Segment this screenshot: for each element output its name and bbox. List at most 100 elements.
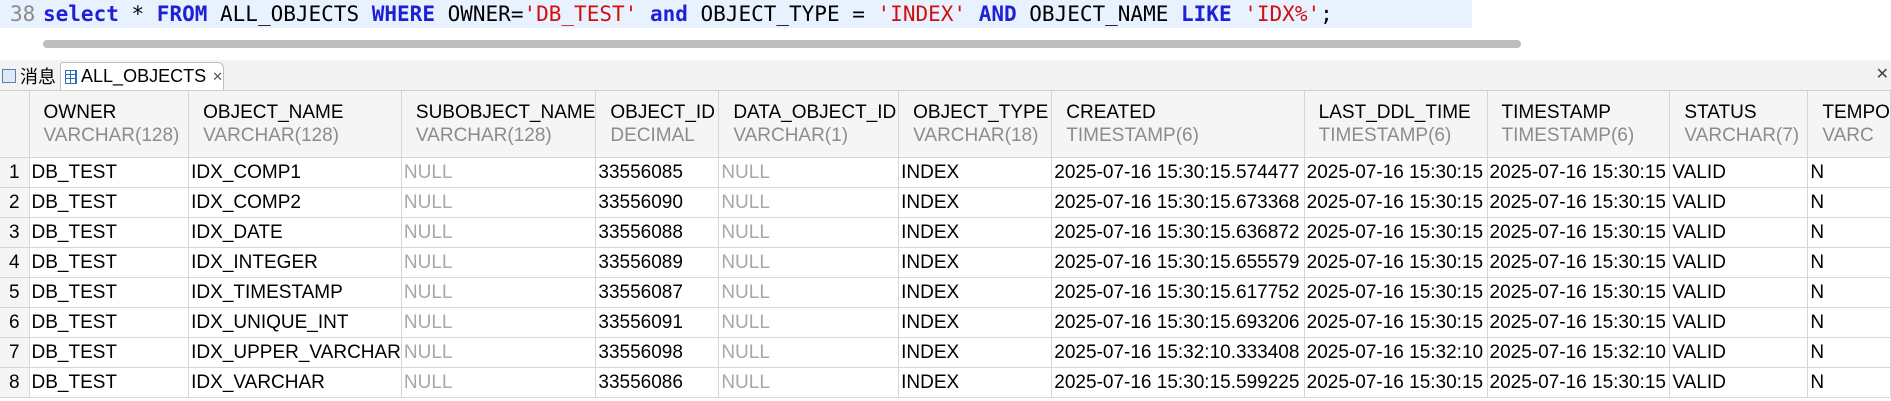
cell-data-object-id[interactable]: NULL — [718, 307, 900, 338]
cell-object-type[interactable]: INDEX — [898, 157, 1053, 188]
cell-temporary[interactable]: N — [1807, 187, 1891, 218]
cell-last-ddl-time[interactable]: 2025-07-16 15:32:10 — [1304, 337, 1488, 368]
cell-data-object-id[interactable]: NULL — [718, 277, 900, 308]
result-grid[interactable]: OWNER VARCHAR(128) OBJECT_NAME VARCHAR(128… — [0, 91, 1891, 401]
cell-object-type[interactable]: INDEX — [898, 337, 1053, 368]
cell-timestamp[interactable]: 2025-07-16 15:30:15 — [1487, 247, 1671, 278]
cell-created[interactable]: 2025-07-16 15:32:10.333408 — [1051, 337, 1305, 368]
cell-status[interactable]: VALID — [1669, 277, 1809, 308]
row-number[interactable]: 4 — [0, 247, 30, 278]
cell-subobject-name[interactable]: NULL — [401, 187, 597, 218]
cell-object-name[interactable]: IDX_TIMESTAMP — [188, 277, 402, 308]
table-row[interactable]: 3 DB_TEST IDX_DATE NULL 33556088 NULL INDEX 202… — [0, 217, 1891, 248]
row-number[interactable]: 6 — [0, 307, 30, 338]
cell-owner[interactable]: DB_TEST — [29, 217, 190, 248]
column-header-created[interactable]: CREATED TIMESTAMP(6) — [1051, 91, 1305, 158]
column-header-temporary[interactable]: TEMPO VARC — [1807, 91, 1891, 158]
cell-temporary[interactable]: N — [1807, 337, 1891, 368]
table-row[interactable]: 1 DB_TEST IDX_COMP1 NULL 33556085 NULL INDEX 20… — [0, 157, 1891, 188]
cell-owner[interactable]: DB_TEST — [29, 307, 190, 338]
cell-created[interactable]: 2025-07-16 15:30:15.655579 — [1051, 247, 1305, 278]
cell-temporary[interactable]: N — [1807, 217, 1891, 248]
cell-subobject-name[interactable]: NULL — [401, 367, 597, 398]
cell-object-id[interactable]: 33556091 — [595, 307, 720, 338]
cell-temporary[interactable]: N — [1807, 367, 1891, 398]
cell-status[interactable]: VALID — [1669, 217, 1809, 248]
cell-last-ddl-time[interactable]: 2025-07-16 15:30:15 — [1304, 217, 1488, 248]
cell-temporary[interactable]: N — [1807, 247, 1891, 278]
sql-statement[interactable]: select * FROM ALL_OBJECTS WHERE OWNER='D… — [43, 1, 1333, 27]
close-panel-icon[interactable]: ✕ — [1876, 64, 1889, 84]
cell-subobject-name[interactable]: NULL — [401, 247, 597, 278]
cell-data-object-id[interactable]: NULL — [718, 187, 900, 218]
table-row[interactable]: 8 DB_TEST IDX_VARCHAR NULL 33556086 NULL INDEX… — [0, 367, 1891, 398]
cell-object-name[interactable]: IDX_COMP1 — [188, 157, 402, 188]
cell-timestamp[interactable]: 2025-07-16 15:30:15 — [1487, 217, 1671, 248]
cell-subobject-name[interactable]: NULL — [401, 277, 597, 308]
cell-subobject-name[interactable]: NULL — [401, 337, 597, 368]
cell-object-id[interactable]: 33556089 — [595, 247, 720, 278]
cell-timestamp[interactable]: 2025-07-16 15:30:15 — [1487, 367, 1671, 398]
cell-object-type[interactable]: INDEX — [898, 367, 1053, 398]
cell-object-id[interactable]: 33556086 — [595, 367, 720, 398]
row-number[interactable]: 8 — [0, 367, 30, 398]
tab-messages[interactable]: 消息 — [0, 62, 56, 89]
cell-object-id[interactable]: 33556090 — [595, 187, 720, 218]
cell-status[interactable]: VALID — [1669, 247, 1809, 278]
cell-status[interactable]: VALID — [1669, 307, 1809, 338]
cell-last-ddl-time[interactable]: 2025-07-16 15:30:15 — [1304, 307, 1488, 338]
sql-editor[interactable]: 38 select * FROM ALL_OBJECTS WHERE OWNER… — [0, 0, 1891, 56]
cell-timestamp[interactable]: 2025-07-16 15:30:15 — [1487, 187, 1671, 218]
cell-data-object-id[interactable]: NULL — [718, 217, 900, 248]
cell-owner[interactable]: DB_TEST — [29, 367, 190, 398]
table-row[interactable]: 6 DB_TEST IDX_UNIQUE_INT NULL 33556091 NULL IN… — [0, 307, 1891, 338]
cell-created[interactable]: 2025-07-16 15:30:15.599225 — [1051, 367, 1305, 398]
tab-all-objects[interactable]: ALL_OBJECTS ✕ — [60, 62, 224, 90]
table-row[interactable]: 2 DB_TEST IDX_COMP2 NULL 33556090 NULL INDEX 20… — [0, 187, 1891, 218]
cell-object-type[interactable]: INDEX — [898, 217, 1053, 248]
row-number[interactable]: 5 — [0, 277, 30, 308]
cell-owner[interactable]: DB_TEST — [29, 187, 190, 218]
close-icon[interactable]: ✕ — [212, 69, 223, 85]
cell-last-ddl-time[interactable]: 2025-07-16 15:30:15 — [1304, 247, 1488, 278]
table-row[interactable]: 7 DB_TEST IDX_UPPER_VARCHAR NULL 33556098 NUL… — [0, 337, 1891, 368]
column-header-object-name[interactable]: OBJECT_NAME VARCHAR(128) — [188, 91, 402, 158]
column-header-last-ddl-time[interactable]: LAST_DDL_TIME TIMESTAMP(6) — [1304, 91, 1488, 158]
cell-owner[interactable]: DB_TEST — [29, 247, 190, 278]
column-header-status[interactable]: STATUS VARCHAR(7) — [1669, 91, 1809, 158]
cell-timestamp[interactable]: 2025-07-16 15:30:15 — [1487, 277, 1671, 308]
cell-last-ddl-time[interactable]: 2025-07-16 15:30:15 — [1304, 157, 1488, 188]
cell-temporary[interactable]: N — [1807, 277, 1891, 308]
cell-timestamp[interactable]: 2025-07-16 15:30:15 — [1487, 307, 1671, 338]
cell-status[interactable]: VALID — [1669, 337, 1809, 368]
cell-temporary[interactable]: N — [1807, 157, 1891, 188]
cell-subobject-name[interactable]: NULL — [401, 307, 597, 338]
cell-object-id[interactable]: 33556098 — [595, 337, 720, 368]
cell-status[interactable]: VALID — [1669, 187, 1809, 218]
table-row[interactable]: 4 DB_TEST IDX_INTEGER NULL 33556089 NULL INDEX… — [0, 247, 1891, 278]
cell-object-name[interactable]: IDX_VARCHAR — [188, 367, 402, 398]
cell-created[interactable]: 2025-07-16 15:30:15.574477 — [1051, 157, 1305, 188]
cell-data-object-id[interactable]: NULL — [718, 247, 900, 278]
cell-owner[interactable]: DB_TEST — [29, 277, 190, 308]
row-number[interactable]: 2 — [0, 187, 30, 218]
cell-last-ddl-time[interactable]: 2025-07-16 15:30:15 — [1304, 187, 1488, 218]
column-header-object-id[interactable]: OBJECT_ID DECIMAL — [595, 91, 720, 158]
cell-object-type[interactable]: INDEX — [898, 307, 1053, 338]
cell-object-name[interactable]: IDX_INTEGER — [188, 247, 402, 278]
cell-object-name[interactable]: IDX_UPPER_VARCHAR — [188, 337, 402, 368]
cell-data-object-id[interactable]: NULL — [718, 157, 900, 188]
cell-object-type[interactable]: INDEX — [898, 187, 1053, 218]
row-number[interactable]: 7 — [0, 337, 30, 368]
column-header-data-object-id[interactable]: DATA_OBJECT_ID VARCHAR(1) — [718, 91, 900, 158]
cell-object-id[interactable]: 33556087 — [595, 277, 720, 308]
cell-status[interactable]: VALID — [1669, 367, 1809, 398]
cell-object-type[interactable]: INDEX — [898, 247, 1053, 278]
editor-horizontal-scrollbar[interactable] — [43, 40, 1521, 48]
cell-timestamp[interactable]: 2025-07-16 15:30:15 — [1487, 157, 1671, 188]
cell-object-name[interactable]: IDX_DATE — [188, 217, 402, 248]
row-number[interactable]: 3 — [0, 217, 30, 248]
column-header-owner[interactable]: OWNER VARCHAR(128) — [29, 91, 190, 158]
row-number[interactable]: 1 — [0, 157, 30, 188]
column-header-timestamp[interactable]: TIMESTAMP TIMESTAMP(6) — [1487, 91, 1671, 158]
